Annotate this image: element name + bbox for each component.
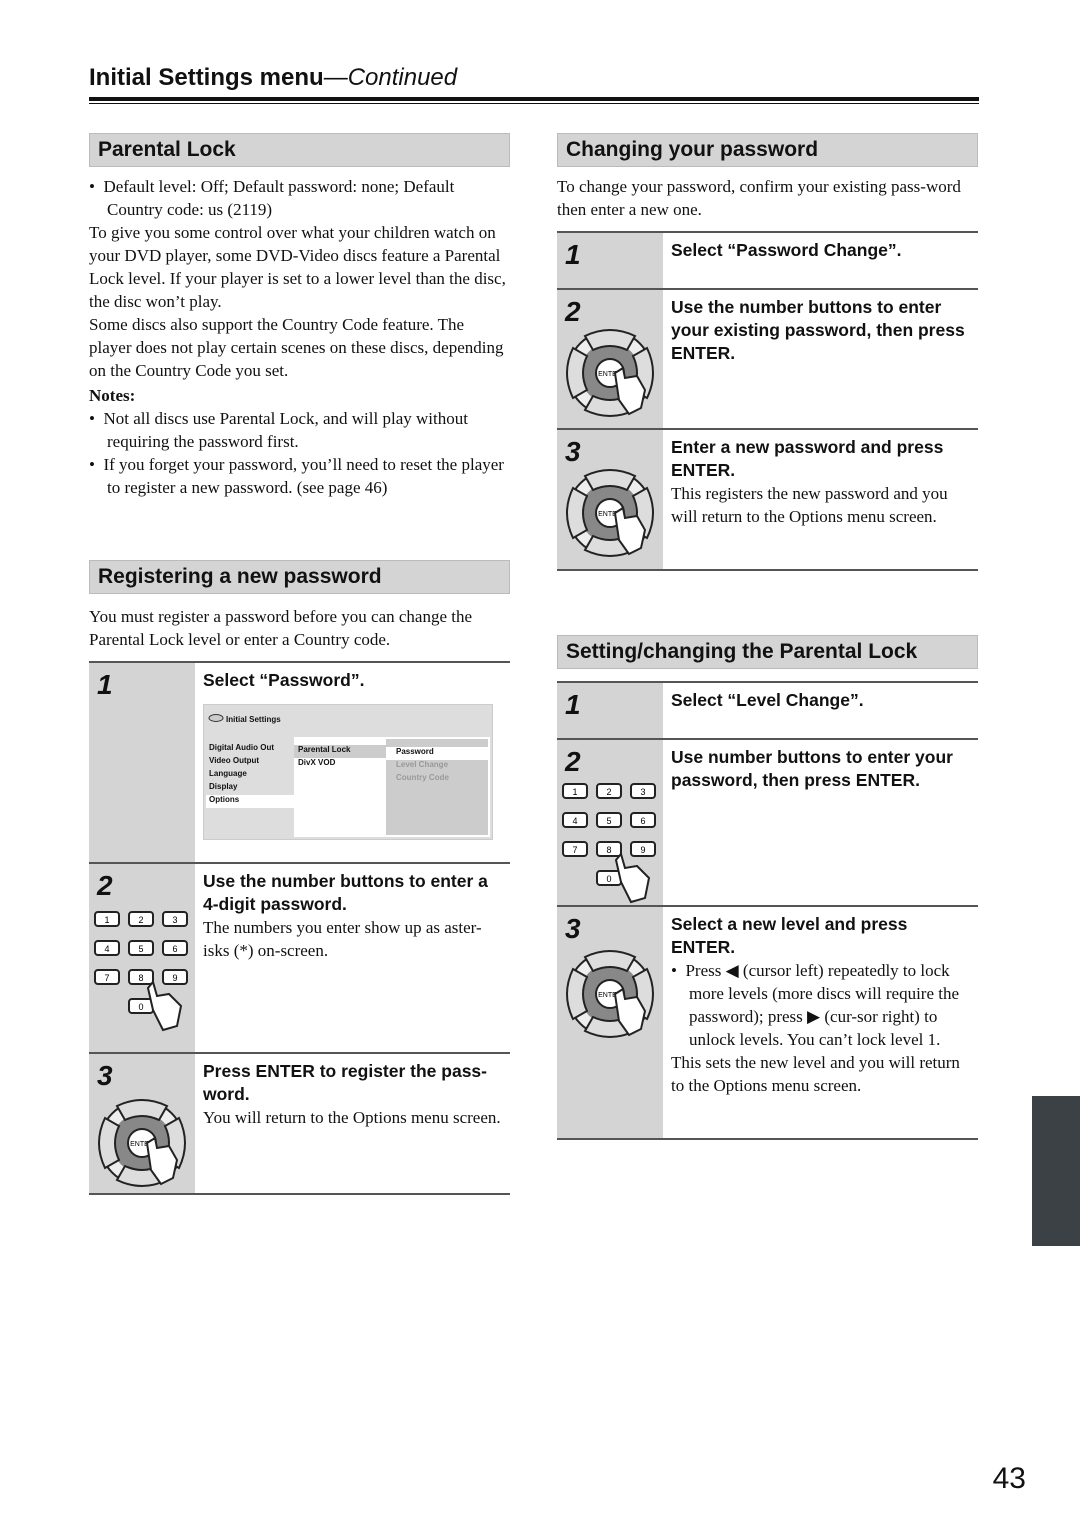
step-1: 1 Select “Password”. Initial Settings Di… (89, 663, 510, 864)
menu-caption: Initial Settings (226, 715, 281, 724)
note: • Not all discs use Parental Lock, and w… (89, 409, 468, 451)
set-parental-lock-section: Setting/changing the Parental Lock 1 Sel… (557, 635, 978, 1140)
step-2: 2 Use the number buttons to enter a 4-di… (89, 864, 510, 1054)
intro: To change your password, confirm your ex… (557, 177, 961, 219)
change-password-section: Changing your password To change your pa… (557, 133, 978, 571)
step-heading: Use the number buttons to enter a 4-digi… (203, 871, 488, 914)
step-text: The numbers you enter show up as aster-i… (203, 918, 482, 960)
enter-button-icon (566, 469, 654, 557)
enter-button-icon (566, 950, 654, 1038)
step-heading: Select “Level Change”. (671, 690, 864, 710)
step-heading: Select a new level and press ENTER. (671, 914, 908, 957)
section-heading: Changing your password (557, 133, 978, 167)
menu-item-selected: Parental Lock (294, 745, 386, 758)
page-title: Initial Settings menu—Continued (89, 64, 458, 91)
intro: You must register a password before you … (89, 607, 473, 649)
menu-item-highlighted: Password (386, 747, 488, 760)
notes-label: Notes: (89, 386, 136, 405)
default-bullet: • Default level: Off; Default password: … (89, 177, 455, 219)
step-heading: Use the number buttons to enter your exi… (671, 297, 965, 363)
enter-button-icon (98, 1099, 186, 1187)
settings-menu-screenshot: Initial Settings Digital Audio Out Video … (203, 704, 493, 840)
step-3: 3 Press ENTER to register the pass-word.… (89, 1054, 510, 1195)
step-heading: Enter a new password and press ENTER. (671, 437, 944, 480)
menu-item: Display (209, 782, 238, 791)
title-rule (89, 97, 979, 101)
step-heading: Select “Password”. (203, 670, 365, 690)
step-text: This registers the new password and you … (671, 484, 948, 526)
step-heading: Use number buttons to enter your passwor… (671, 747, 953, 790)
number-keypad-icon (562, 783, 656, 903)
step-2: 2 Use the number buttons to enter your e… (557, 290, 978, 430)
menu-item-disabled: Level Change (396, 760, 449, 769)
menu-item: Language (209, 769, 247, 778)
enter-button-icon (566, 329, 654, 417)
disc-icon (208, 714, 224, 722)
step-heading: Select “Password Change”. (671, 240, 902, 260)
menu-item: Digital Audio Out (209, 743, 275, 752)
section-heading: Parental Lock (89, 133, 510, 167)
section-heading: Setting/changing the Parental Lock (557, 635, 978, 669)
step-text: You will return to the Options menu scre… (203, 1108, 501, 1127)
number-keypad-icon (94, 911, 188, 1031)
paragraph: Some discs also support the Country Code… (89, 315, 504, 380)
step-heading: Press ENTER to register the pass-word. (203, 1061, 487, 1104)
menu-item: Video Output (209, 756, 260, 765)
step-3: 3 Enter a new password and press ENTER. T… (557, 430, 978, 571)
register-section: Registering a new password You must regi… (89, 560, 510, 1195)
title-rule-thin (89, 103, 979, 104)
step-2: 2 Use number buttons to enter your passw… (557, 740, 978, 907)
section-heading: Registering a new password (89, 560, 510, 594)
step-1: 1 Select “Password Change”. (557, 233, 978, 290)
step-3: 3 Select a new level and press ENTER. • … (557, 907, 978, 1140)
step-text: This sets the new level and you will ret… (671, 1053, 960, 1095)
menu-item: DivX VOD (298, 758, 336, 767)
paragraph: To give you some control over what your … (89, 223, 506, 311)
page-number: 43 (992, 1462, 1026, 1495)
note: • If you forget your password, you’ll ne… (89, 455, 504, 497)
step-bullet: • Press ◀ (cursor left) repeatedly to lo… (671, 961, 960, 1049)
chapter-tab (1032, 1096, 1080, 1246)
menu-item-selected: Options (206, 795, 294, 808)
parental-lock-section: Parental Lock • Default level: Off; Defa… (89, 133, 510, 499)
menu-item-disabled: Country Code (396, 773, 449, 782)
step-1: 1 Select “Level Change”. (557, 683, 978, 740)
